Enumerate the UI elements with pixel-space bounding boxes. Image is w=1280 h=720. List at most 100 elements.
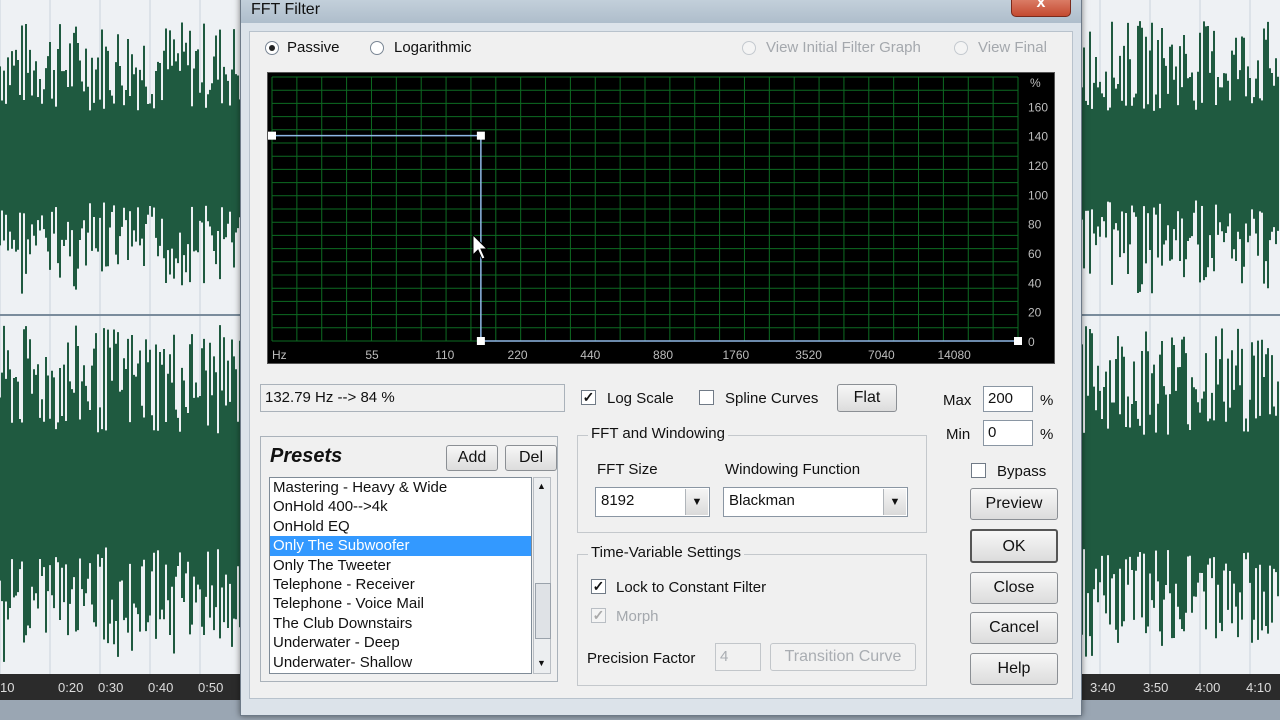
timeline-label: 3:50: [1143, 680, 1169, 695]
y-unit-label: %: [1030, 76, 1041, 90]
fft-windowing-label: FFT and Windowing: [588, 425, 728, 442]
precision-factor-input: 4: [715, 643, 761, 671]
max-input[interactable]: 200: [983, 386, 1033, 412]
close-button[interactable]: Close: [970, 572, 1058, 604]
preset-item[interactable]: The Club Downstairs: [270, 614, 531, 633]
x-tick-label: 880: [653, 348, 673, 362]
preset-item[interactable]: Telephone - Voice Mail: [270, 594, 531, 613]
preset-item[interactable]: Telephone - Receiver: [270, 575, 531, 594]
spline-curves-label[interactable]: Spline Curves: [725, 390, 818, 407]
flat-button[interactable]: Flat: [837, 384, 897, 412]
morph-label: Morph: [616, 608, 659, 625]
y-tick-label: 160: [1028, 100, 1048, 114]
window-title: FFT Filter: [251, 1, 321, 18]
preset-item[interactable]: OnHold 400-->4k: [270, 497, 531, 516]
scroll-thumb[interactable]: [535, 583, 551, 639]
timeline-label: 0:20: [58, 680, 84, 695]
y-tick-label: 120: [1028, 159, 1048, 173]
precision-factor-label: Precision Factor: [587, 650, 696, 667]
y-tick-label: 80: [1028, 218, 1042, 232]
timeline-label: 4:00: [1195, 680, 1221, 695]
add-preset-button[interactable]: Add: [446, 445, 498, 471]
dialog-client: Passive Logarithmic View Initial Filter …: [249, 31, 1073, 699]
min-label: Min: [946, 426, 971, 443]
frequency-readout: 132.79 Hz --> 84 %: [260, 384, 565, 412]
fft-size-label: FFT Size: [597, 461, 658, 478]
window-function-label: Windowing Function: [725, 461, 861, 478]
presets-panel: Presets Add Del Mastering - Heavy & Wide…: [260, 436, 558, 682]
title-bar[interactable]: FFT Filter x: [241, 0, 1081, 23]
window-close-button[interactable]: x: [1011, 0, 1071, 17]
passive-label[interactable]: Passive: [287, 39, 340, 56]
timeline-label: 10: [0, 680, 15, 695]
x-tick-label: 1760: [722, 348, 749, 362]
view-final-label: View Final: [978, 39, 1047, 56]
filter-graph[interactable]: 160 140 120 100 80 60 40 20 0% Hz 55 110 220 440 880 17…: [267, 72, 1055, 364]
curve-handle[interactable]: [476, 131, 485, 140]
preset-item[interactable]: Only The Tweeter: [270, 556, 531, 575]
chevron-down-icon[interactable]: ▼: [883, 489, 906, 515]
timeline-label: 0:40: [148, 680, 174, 695]
y-tick-label: 140: [1028, 130, 1048, 144]
close-icon: x: [1036, 0, 1046, 11]
logarithmic-radio[interactable]: [370, 41, 384, 55]
x-unit-label: Hz: [272, 348, 287, 362]
log-scale-label[interactable]: Log Scale: [607, 390, 674, 407]
bypass-checkbox[interactable]: [971, 463, 986, 478]
max-unit: %: [1040, 392, 1054, 409]
min-unit: %: [1040, 426, 1054, 443]
presets-list[interactable]: Mastering - Heavy & Wide OnHold 400-->4k O…: [269, 477, 532, 674]
x-tick-label: 440: [580, 348, 600, 362]
y-tick-label: 20: [1028, 306, 1042, 320]
min-input[interactable]: 0: [983, 420, 1033, 446]
transition-curve-button: Transition Curve: [770, 643, 916, 671]
scroll-down-icon[interactable]: ▼: [537, 658, 546, 668]
help-button[interactable]: Help: [970, 653, 1058, 685]
y-tick-label: 40: [1028, 276, 1042, 290]
curve-handle[interactable]: [476, 337, 485, 345]
window-function-select[interactable]: Blackman ▼: [723, 487, 908, 517]
mouse-cursor-icon: [472, 233, 489, 260]
chevron-down-icon[interactable]: ▼: [685, 489, 708, 515]
view-initial-radio: [742, 41, 756, 55]
preset-item[interactable]: OnHold EQ: [270, 517, 531, 536]
fft-windowing-group: [577, 435, 927, 533]
view-initial-label: View Initial Filter Graph: [766, 39, 921, 56]
filter-graph-canvas[interactable]: 160 140 120 100 80 60 40 20 0% Hz 55 110 220 440 880 17…: [268, 73, 1054, 363]
y-tick-label: 0: [1028, 335, 1035, 349]
fft-size-select[interactable]: 8192 ▼: [595, 487, 710, 517]
cancel-button[interactable]: Cancel: [970, 612, 1058, 644]
preset-item[interactable]: Underwater- Shallow: [270, 653, 531, 672]
scroll-up-icon[interactable]: ▲: [537, 481, 546, 491]
curve-handle[interactable]: [1014, 337, 1022, 345]
ok-button[interactable]: OK: [970, 529, 1058, 563]
logarithmic-label[interactable]: Logarithmic: [394, 39, 472, 56]
y-tick-label: 100: [1028, 188, 1048, 202]
preset-item[interactable]: Underwater - Deep: [270, 633, 531, 652]
view-final-radio: [954, 41, 968, 55]
timeline-label: 3:40: [1090, 680, 1116, 695]
y-tick-label: 60: [1028, 247, 1042, 261]
delete-preset-button[interactable]: Del: [505, 445, 557, 471]
x-tick-label: 220: [508, 348, 528, 362]
presets-scrollbar[interactable]: ▲ ▼: [533, 477, 551, 674]
preview-button[interactable]: Preview: [970, 488, 1058, 520]
lock-constant-checkbox[interactable]: ✓: [591, 579, 606, 594]
x-tick-label: 3520: [795, 348, 822, 362]
timeline-label: 0:30: [98, 680, 124, 695]
curve-handle[interactable]: [268, 131, 276, 140]
lock-constant-label[interactable]: Lock to Constant Filter: [616, 579, 766, 596]
preset-item[interactable]: Only The Subwoofer: [270, 536, 531, 556]
bypass-label[interactable]: Bypass: [997, 463, 1046, 480]
timeline-label: 4:10: [1246, 680, 1272, 695]
log-scale-checkbox[interactable]: ✓: [581, 390, 596, 405]
preset-item[interactable]: Mastering - Heavy & Wide: [270, 478, 531, 497]
x-tick-label: 7040: [868, 348, 895, 362]
max-label: Max: [943, 392, 972, 409]
fft-size-value: 8192: [601, 492, 635, 509]
spline-curves-checkbox[interactable]: [699, 390, 714, 405]
passive-radio[interactable]: [265, 41, 279, 55]
morph-checkbox: ✓: [591, 607, 606, 623]
window-function-value: Blackman: [729, 492, 795, 509]
x-tick-label: 55: [365, 348, 379, 362]
